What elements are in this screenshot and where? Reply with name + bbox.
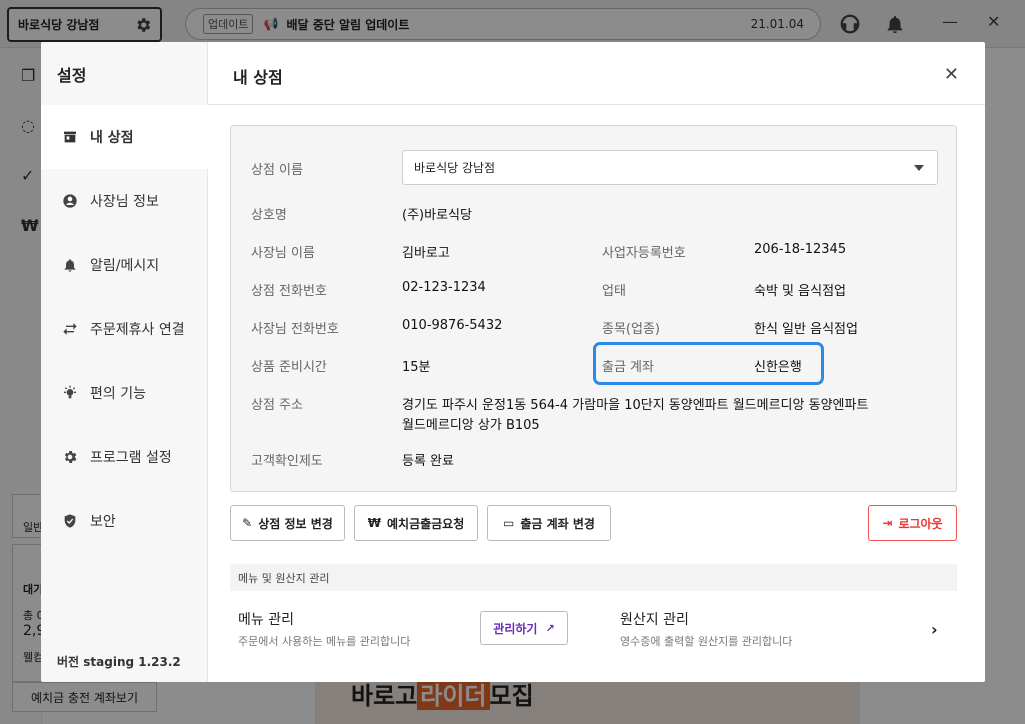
account-value: 신한은행	[754, 360, 802, 375]
sidebar-item-order-partners[interactable]: 주문제휴사 연결	[41, 297, 208, 361]
sidebar-item-label: 사장님 정보	[90, 194, 159, 210]
gear-icon	[64, 451, 77, 463]
edit-store-button[interactable]: ✎ 상점 정보 변경	[230, 505, 345, 541]
store-name-label: 상점 이름	[251, 163, 303, 178]
prep-time-label: 상품 준비시간	[251, 360, 327, 375]
store-name-select[interactable]: 바로식당 강남점	[402, 150, 938, 185]
manage-menu-button[interactable]: 관리하기 ↗	[480, 611, 568, 645]
sidebar-item-owner-info[interactable]: 사장님 정보	[41, 169, 208, 233]
address-line-2: 월드메르디앙 상가 B105	[402, 418, 540, 433]
sidebar-item-convenience[interactable]: 편의 기능	[41, 361, 208, 425]
verify-label: 고객확인제도	[251, 454, 323, 469]
company-label: 상호명	[251, 208, 287, 223]
header-divider	[208, 104, 985, 105]
card-edit-icon: ▭	[503, 516, 515, 530]
biztype-value: 숙박 및 음식점업	[754, 284, 846, 299]
store-phone-label: 상점 전화번호	[251, 284, 327, 299]
sidebar-item-label: 편의 기능	[90, 386, 146, 402]
owner-name-value: 김바로고	[402, 246, 450, 261]
settings-title: 설정	[57, 66, 87, 85]
origin-manage-desc: 영수증에 출력할 원산지를 관리합니다	[620, 635, 793, 648]
account-label: 출금 계좌	[602, 360, 654, 375]
address-label: 상점 주소	[251, 398, 303, 413]
owner-phone-value: 010-9876-5432	[402, 318, 503, 333]
pencil-icon: ✎	[242, 516, 253, 530]
sidebar-item-label: 프로그램 설정	[90, 450, 172, 466]
sidebar-item-label: 보안	[90, 514, 116, 530]
lightbulb-icon	[64, 385, 76, 399]
deposit-request-button[interactable]: ₩ 예치금출금요청	[354, 505, 478, 541]
settings-content: 내 상점 ✕ 상점 이름 바로식당 강남점 상호명 (주)바로식당 사장님 이름…	[208, 42, 985, 682]
sidebar-item-label: 내 상점	[90, 130, 134, 146]
origin-manage-title: 원산지 관리	[620, 612, 689, 628]
bell-icon	[64, 259, 76, 272]
owner-phone-label: 사장님 전화번호	[251, 322, 339, 337]
bizno-label: 사업자등록번호	[602, 246, 686, 261]
biztype-label: 업태	[602, 284, 626, 299]
owner-name-label: 사장님 이름	[251, 246, 315, 261]
store-phone-value: 02-123-1234	[402, 280, 486, 295]
menu-manage-desc: 주문에서 사용하는 메뉴를 관리합니다	[238, 635, 411, 648]
version-label: 버전 staging 1.23.2	[57, 655, 181, 669]
address-line-1: 경기도 파주시 운정1동 564-4 가람마을 10단지 동양엔파트 월드메르디…	[402, 398, 869, 413]
menu-section-header-label: 메뉴 및 원산지 관리	[238, 571, 330, 585]
menu-section-header: 메뉴 및 원산지 관리	[230, 564, 957, 591]
chevron-down-icon	[914, 165, 924, 171]
sidebar-item-program-settings[interactable]: 프로그램 설정	[41, 425, 208, 489]
verify-value: 등록 완료	[402, 454, 454, 469]
store-icon	[64, 131, 76, 143]
deposit-request-button-label: 예치금출금요청	[386, 516, 465, 531]
logout-button-label: 로그아웃	[898, 516, 943, 531]
store-info-panel: 상점 이름 바로식당 강남점 상호명 (주)바로식당 사장님 이름 김바로고 사…	[230, 125, 957, 492]
settings-sidebar: 설정 내 상점 사장님 정보 알림/메시지 주문제휴사 연결 편의 기능 프로그…	[41, 42, 208, 682]
manage-menu-button-label: 관리하기	[493, 621, 538, 636]
menu-manage-title: 메뉴 관리	[238, 612, 294, 628]
swap-arrows-icon	[63, 323, 77, 335]
sidebar-item-label: 주문제휴사 연결	[90, 322, 185, 338]
company-value: (주)바로식당	[402, 208, 472, 223]
sidebar-item-security[interactable]: 보안	[41, 489, 208, 553]
sidebar-item-notifications[interactable]: 알림/메시지	[41, 233, 208, 297]
sidebar-item-my-store[interactable]: 내 상점	[41, 105, 208, 169]
settings-modal: 설정 내 상점 사장님 정보 알림/메시지 주문제휴사 연결 편의 기능 프로그…	[41, 42, 985, 682]
close-icon[interactable]: ✕	[944, 64, 959, 85]
shield-check-icon	[64, 514, 76, 528]
change-account-button-label: 출금 계좌 변경	[520, 516, 595, 531]
chevron-right-icon[interactable]: ›	[931, 620, 938, 639]
store-name-select-value: 바로식당 강남점	[414, 161, 496, 175]
sidebar-item-label: 알림/메시지	[90, 258, 160, 274]
won-icon: ₩	[367, 516, 381, 530]
edit-store-button-label: 상점 정보 변경	[258, 516, 333, 531]
external-link-icon: ↗	[545, 621, 555, 635]
logout-icon: ⇥	[882, 516, 893, 530]
page-title: 내 상점	[233, 68, 283, 87]
logout-button[interactable]: ⇥ 로그아웃	[868, 505, 957, 541]
change-account-button[interactable]: ▭ 출금 계좌 변경	[487, 505, 611, 541]
bizno-value: 206-18-12345	[754, 242, 847, 257]
prep-time-value: 15분	[402, 360, 431, 375]
category-value: 한식 일반 음식점업	[754, 322, 858, 337]
user-circle-icon	[63, 194, 77, 208]
category-label: 종목(업종)	[602, 322, 660, 337]
